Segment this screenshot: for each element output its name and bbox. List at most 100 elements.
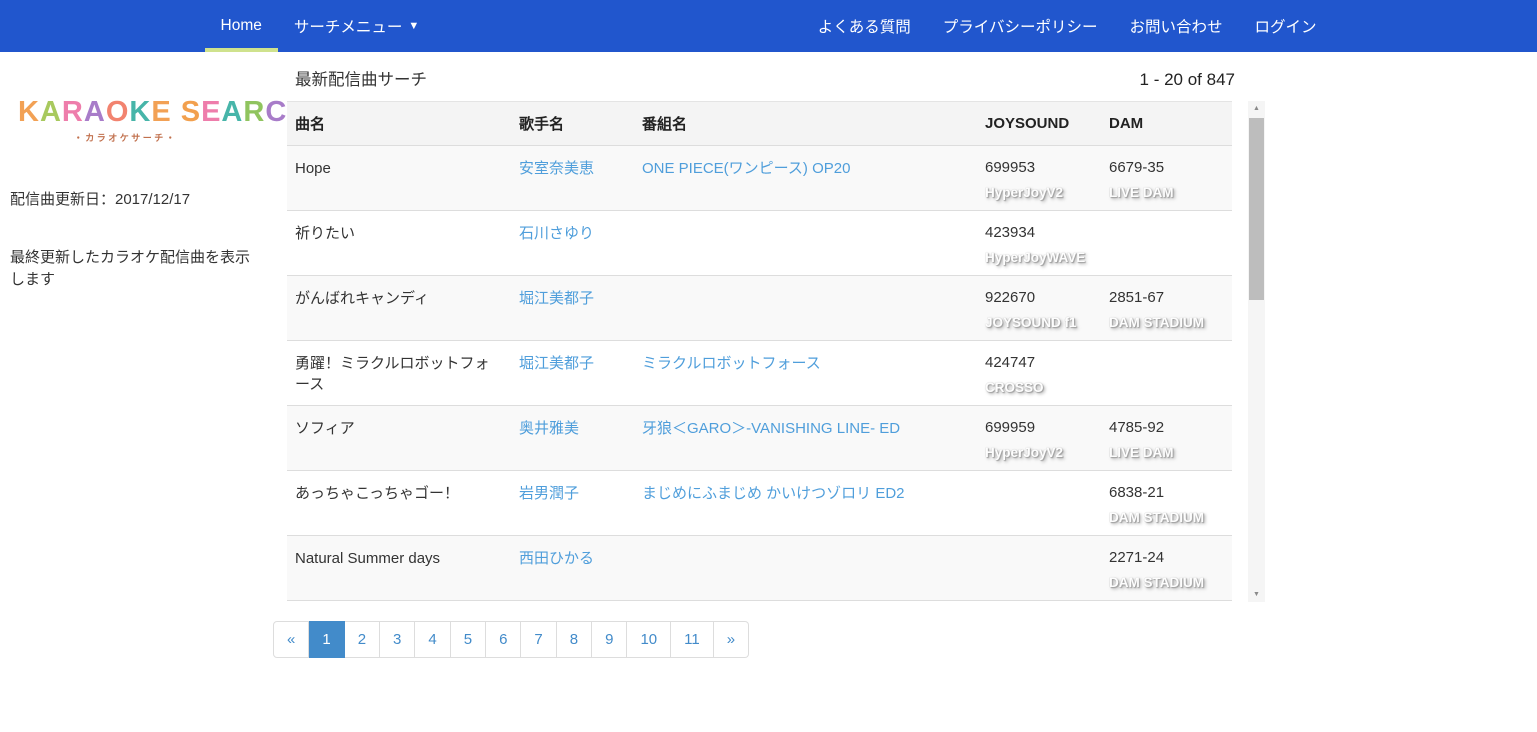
table-header-row: 曲名 歌手名 番組名 JOYSOUND DAM [287,102,1232,146]
logo-letter: R [243,96,265,128]
site-description: 最終更新したカラオケ配信曲を表示します [10,247,250,291]
joysound-model-badge: JOYSOUND f1 [985,315,1093,330]
navbar: Home サーチメニュー ▼ よくある質問 プライバシーポリシー お問い合わせ … [0,0,1537,52]
nav-item-login[interactable]: ログイン [1238,0,1332,52]
artist-link[interactable]: 安室奈美恵 [519,158,594,179]
artist-link[interactable]: 堀江美都子 [519,288,594,309]
logo-letter: A [84,96,106,128]
song-name: 勇躍！ミラクルロボットフォース [287,341,511,406]
joysound-code: 922670 [985,288,1093,308]
scrollbar-up-icon[interactable]: ▲ [1248,101,1265,116]
page-number-3[interactable]: 3 [380,621,415,658]
nav-item-home[interactable]: Home [205,0,278,52]
dam-code: 4785-92 [1109,418,1224,438]
joysound-code: 699953 [985,158,1093,178]
nav-item-privacy-policy[interactable]: プライバシーポリシー [927,0,1114,52]
nav-item-search-menu[interactable]: サーチメニュー ▼ [278,0,435,52]
table-row: 勇躍！ミラクルロボットフォース 堀江美都子 ミラクルロボットフォース 42474… [287,341,1232,406]
song-name: Hope [287,146,511,211]
page-number-6[interactable]: 6 [486,621,521,658]
header-joysound: JOYSOUND [977,102,1101,146]
song-name: 祈りたい [287,211,511,276]
title-row: 最新配信曲サーチ 1 - 20 of 847 [287,66,1265,90]
logo-letter: O [106,96,130,128]
result-count: 1 - 20 of 847 [1140,70,1235,90]
table-row: 祈りたい 石川さゆり 423934 HyperJoyWAVE [287,211,1232,276]
logo-letter: R [62,96,84,128]
header-dam: DAM [1101,102,1232,146]
dam-model-badge: DAM STADIUM [1109,575,1224,590]
page-number-10[interactable]: 10 [627,621,671,658]
dam-model-badge: LIVE DAM [1109,445,1224,460]
program-link[interactable]: ミラクルロボットフォース [642,353,821,374]
program-link[interactable]: 牙狼＜GARO＞-VANISHING LINE- ED [642,418,900,439]
page-title: 最新配信曲サーチ [295,66,427,90]
pagination: «1234567891011» [273,621,1265,658]
page-number-7[interactable]: 7 [521,621,556,658]
header-program: 番組名 [634,102,977,146]
dam-model-badge: LIVE DAM [1109,185,1224,200]
table-scrollbar[interactable]: ▲ ▼ [1248,101,1265,602]
program-link[interactable]: まじめにふまじめ かいけつゾロリ ED2 [642,483,905,504]
table-row: Natural Summer days 西田ひかる 2271-24 DAM ST… [287,536,1232,601]
logo-letter: E [201,96,221,128]
artist-link[interactable]: 石川さゆり [519,223,594,244]
page-number-8[interactable]: 8 [557,621,592,658]
logo-subtitle: ・カラオケサーチ・ [18,131,233,144]
scrollbar-thumb[interactable] [1249,118,1264,300]
song-name: ソフィア [287,406,511,471]
page-number-9[interactable]: 9 [592,621,627,658]
karaoke-search-logo[interactable]: KARAOKE SEARCH ・カラオケサーチ・ [18,96,279,144]
joysound-model-badge: HyperJoyV2 [985,185,1093,200]
artist-link[interactable]: 岩男潤子 [519,483,579,504]
logo-letter: K [129,96,151,128]
page-number-2[interactable]: 2 [345,621,380,658]
page-number-4[interactable]: 4 [415,621,450,658]
dam-code: 2851-67 [1109,288,1224,308]
table-row: Hope 安室奈美恵 ONE PIECE(ワンピース) OP20 699953 … [287,146,1232,211]
logo-letter [172,96,181,128]
joysound-model-badge: HyperJoyWAVE [985,250,1093,265]
joysound-code: 424747 [985,353,1093,373]
page-next[interactable]: » [714,621,749,658]
nav-item-faq[interactable]: よくある質問 [802,0,927,52]
table-row: あっちゃこっちゃゴー！ 岩男潤子 まじめにふまじめ かいけつゾロリ ED2 68… [287,471,1232,536]
artist-link[interactable]: 西田ひかる [519,548,594,569]
artist-link[interactable]: 奥井雅美 [519,418,579,439]
nav-item-contact[interactable]: お問い合わせ [1113,0,1238,52]
dam-model-badge: DAM STADIUM [1109,510,1224,525]
header-song: 曲名 [287,102,511,146]
dam-model-badge: DAM STADIUM [1109,315,1224,330]
logo-letter: A [40,96,62,128]
page-number-1[interactable]: 1 [309,621,344,658]
table-row: がんばれキャンディ 堀江美都子 922670 JOYSOUND f1 2851-… [287,276,1232,341]
update-date-text: 配信曲更新日：2017/12/17 [10,188,279,209]
search-menu-label: サーチメニュー [294,15,403,37]
main-panel: 最新配信曲サーチ 1 - 20 of 847 曲名 歌手名 番組名 JOYSOU… [287,52,1265,658]
song-name: がんばれキャンディ [287,276,511,341]
logo-letter: E [151,96,171,128]
artist-link[interactable]: 堀江美都子 [519,353,594,374]
logo-letter: C [265,96,287,128]
songs-table: 曲名 歌手名 番組名 JOYSOUND DAM Hope 安室奈美恵 ONE P… [287,101,1232,602]
table-viewport: 曲名 歌手名 番組名 JOYSOUND DAM Hope 安室奈美恵 ONE P… [287,101,1265,602]
song-name: あっちゃこっちゃゴー！ [287,471,511,536]
song-name: がんばれゴンベ [287,601,511,603]
dam-code: 6679-35 [1109,158,1224,178]
dam-code: 2271-24 [1109,548,1224,568]
sidebar: KARAOKE SEARCH ・カラオケサーチ・ 配信曲更新日：2017/12/… [0,52,287,658]
song-name: Natural Summer days [287,536,511,601]
joysound-model-badge: HyperJoyV2 [985,445,1093,460]
page-prev[interactable]: « [273,621,309,658]
logo-letter: A [221,96,243,128]
page-content: KARAOKE SEARCH ・カラオケサーチ・ 配信曲更新日：2017/12/… [0,52,1537,658]
scrollbar-down-icon[interactable]: ▼ [1248,587,1265,602]
logo-letter: S [181,96,201,128]
table-row: ソフィア 奥井雅美 牙狼＜GARO＞-VANISHING LINE- ED 69… [287,406,1232,471]
navbar-container: Home サーチメニュー ▼ よくある質問 プライバシーポリシー お問い合わせ … [205,0,1333,52]
page-number-11[interactable]: 11 [671,621,714,658]
page-number-5[interactable]: 5 [451,621,486,658]
header-artist: 歌手名 [511,102,634,146]
program-link[interactable]: ONE PIECE(ワンピース) OP20 [642,158,850,179]
logo-wordmark: KARAOKE SEARCH [18,96,279,129]
